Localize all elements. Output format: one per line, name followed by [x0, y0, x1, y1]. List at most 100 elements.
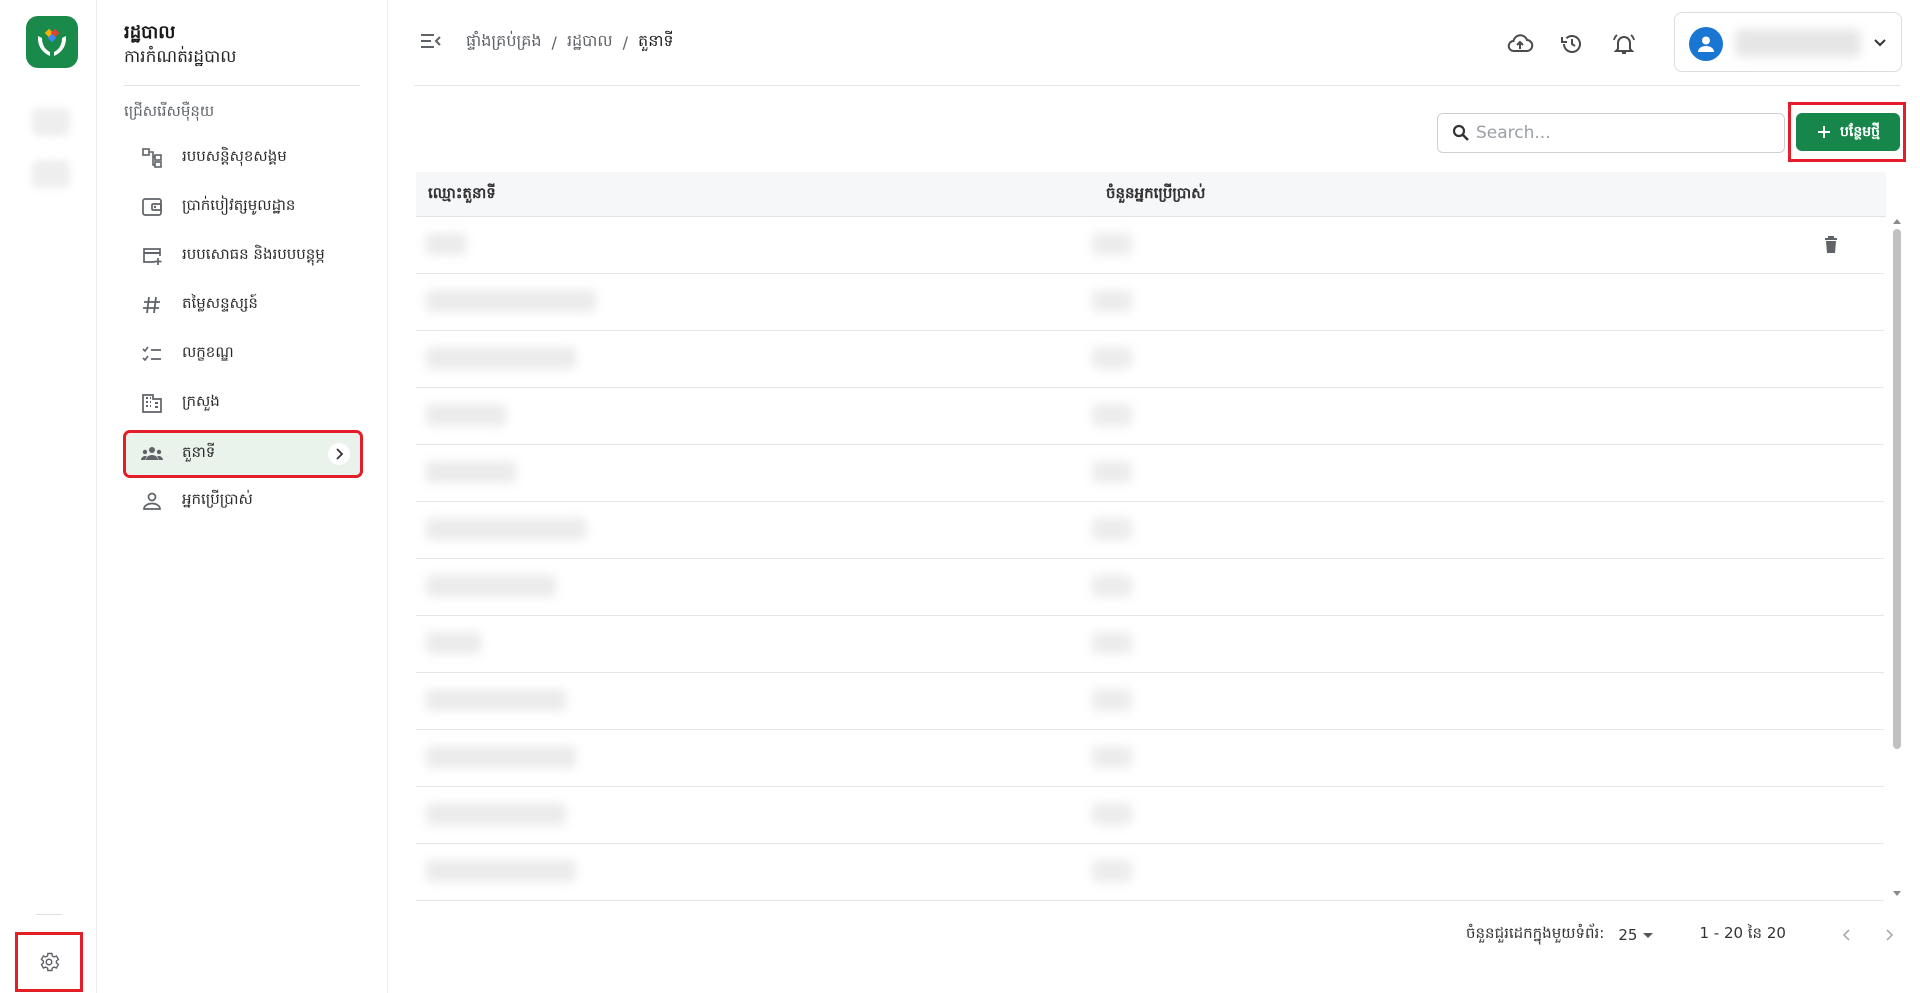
table-row[interactable]	[416, 673, 1884, 730]
sidebar-title: រដ្ឋបាល	[124, 22, 176, 43]
scroll-up-arrow[interactable]	[1893, 219, 1901, 224]
icon-rail	[0, 0, 97, 993]
delete-button[interactable]	[1820, 234, 1842, 256]
table-row[interactable]	[416, 844, 1884, 901]
rail-item-2[interactable]	[32, 160, 70, 188]
scroll-down-arrow[interactable]	[1893, 891, 1901, 896]
rows-per-page-select[interactable]: 25	[1618, 926, 1654, 944]
add-new-label: បន្ថែមថ្មី	[1840, 123, 1880, 140]
roles-table: ឈ្មោះតួនាទី ចំនួនអ្នកប្រើប្រាស់	[416, 172, 1901, 901]
table-row[interactable]	[416, 274, 1884, 331]
sidebar-section-label: ជ្រើសរើសម៉ឺនុយ	[124, 102, 215, 120]
table-row[interactable]	[416, 616, 1884, 673]
table-row[interactable]	[416, 445, 1884, 502]
search-input[interactable]	[1476, 123, 1766, 143]
sidebar-item-social-security[interactable]: របបសន្តិសុខសង្គម	[126, 137, 360, 179]
next-page-button[interactable]	[1874, 920, 1904, 950]
user-count-cell	[1092, 803, 1132, 825]
table-scrollbar[interactable]	[1890, 217, 1904, 898]
sidebar-item-ministry[interactable]: ក្រសួង	[126, 382, 360, 424]
user-menu[interactable]	[1674, 12, 1902, 72]
user-count-cell	[1092, 689, 1132, 711]
search-box[interactable]	[1437, 113, 1785, 153]
page-range: 1 - 20 នៃ 20	[1699, 924, 1786, 942]
previous-page-button[interactable]	[1832, 920, 1862, 950]
building-icon	[138, 389, 166, 417]
checklist-icon	[138, 340, 166, 368]
menu-open-icon	[421, 34, 441, 48]
scroll-thumb[interactable]	[1893, 229, 1901, 749]
notifications-button[interactable]	[1608, 28, 1640, 60]
chevron-right-icon	[328, 443, 350, 465]
add-new-button[interactable]: បន្ថែមថ្មី	[1796, 113, 1900, 151]
breadcrumb-separator: /	[551, 32, 557, 52]
top-bar-divider	[414, 85, 1900, 86]
user-count-cell	[1092, 347, 1132, 369]
card-add-icon	[138, 242, 166, 270]
rows-per-page-value: 25	[1618, 926, 1638, 944]
person-icon	[138, 487, 166, 515]
wallet-icon	[138, 193, 166, 221]
sidebar-item-label: របបសន្តិសុខសង្គម	[182, 147, 287, 165]
role-name-cell	[426, 404, 506, 426]
table-row[interactable]	[416, 730, 1884, 787]
breadcrumb: ផ្ទាំងគ្រប់គ្រង / រដ្ឋបាល / តួនាទី	[466, 30, 674, 54]
breadcrumb-current: តួនាទី	[638, 31, 674, 50]
sidebar-item-index-value[interactable]: តម្លៃសន្ទស្សន៍	[126, 284, 360, 326]
sidebar: រដ្ឋបាល ការកំណត់រដ្ឋបាល ជ្រើសរើសម៉ឺនុយ រ…	[98, 0, 388, 993]
caret-down-icon	[1643, 932, 1654, 938]
group-icon	[138, 440, 166, 468]
breadcrumb-dashboard[interactable]: ផ្ទាំងគ្រប់គ្រង	[466, 30, 542, 54]
user-count-cell	[1092, 233, 1132, 255]
menu-collapse-button[interactable]	[418, 28, 446, 56]
column-header-user-count[interactable]: ចំនួនអ្នកប្រើប្រាស់	[1106, 184, 1205, 206]
table-row[interactable]	[416, 388, 1884, 445]
sidebar-item-label: លក្ខខណ្ឌ	[182, 343, 234, 361]
sidebar-item-roles[interactable]: តួនាទី	[123, 430, 363, 478]
pagination: ចំនួនជួរដេកក្នុងមួយទំព័រ: 25 1 - 20 នៃ 2…	[1466, 920, 1904, 950]
role-name-cell	[426, 689, 566, 711]
table-row[interactable]	[416, 217, 1884, 274]
history-button[interactable]	[1556, 28, 1588, 60]
sidebar-item-label: ក្រសួង	[182, 392, 220, 410]
sidebar-divider	[124, 85, 360, 86]
role-name-cell	[426, 575, 556, 597]
rail-item-1[interactable]	[32, 108, 70, 136]
bell-icon	[1613, 34, 1635, 54]
settings-button[interactable]	[15, 932, 83, 992]
user-count-cell	[1092, 404, 1132, 426]
add-button-highlight: បន្ថែមថ្មី	[1788, 102, 1906, 162]
upload-button[interactable]	[1504, 28, 1536, 60]
role-name-cell	[426, 746, 576, 768]
role-name-cell	[426, 518, 586, 540]
column-header-role-name[interactable]: ឈ្មោះតួនាទី	[428, 184, 496, 206]
chevron-right-icon	[1886, 929, 1894, 941]
user-count-cell	[1092, 632, 1132, 654]
role-name-cell	[426, 461, 516, 483]
role-name-cell	[426, 803, 566, 825]
plus-icon	[1818, 126, 1830, 138]
table-row[interactable]	[416, 559, 1884, 616]
role-name-cell	[426, 860, 576, 882]
table-row[interactable]	[416, 502, 1884, 559]
chevron-down-icon	[1869, 32, 1891, 54]
chevron-left-icon	[1842, 929, 1850, 941]
sidebar-item-label: តម្លៃសន្ទស្សន៍	[182, 294, 258, 312]
hands-logo-icon	[37, 28, 67, 56]
sidebar-item-label: អ្នកប្រើប្រាស់	[182, 490, 253, 508]
table-row[interactable]	[416, 331, 1884, 388]
sidebar-item-pension[interactable]: របបសោធន និងរបបបន្តុម្ភ	[126, 235, 360, 277]
sidebar-subtitle: ការកំណត់រដ្ឋបាល	[124, 47, 237, 67]
rail-divider	[36, 914, 62, 915]
history-icon	[1561, 35, 1581, 53]
role-name-cell	[426, 290, 596, 312]
sidebar-item-users[interactable]: អ្នកប្រើប្រាស់	[126, 480, 360, 522]
sidebar-item-base-salary[interactable]: ប្រាក់បៀវត្សមូលដ្ឋាន	[126, 186, 360, 228]
top-bar: ផ្ទាំងគ្រប់គ្រង / រដ្ឋបាល / តួនាទី	[414, 0, 1920, 86]
table-row[interactable]	[416, 787, 1884, 844]
trash-icon	[1825, 236, 1837, 253]
sidebar-item-conditions[interactable]: លក្ខខណ្ឌ	[126, 333, 360, 375]
person-icon	[1698, 36, 1714, 52]
breadcrumb-administration[interactable]: រដ្ឋបាល	[567, 30, 613, 54]
app-logo[interactable]	[26, 16, 78, 68]
